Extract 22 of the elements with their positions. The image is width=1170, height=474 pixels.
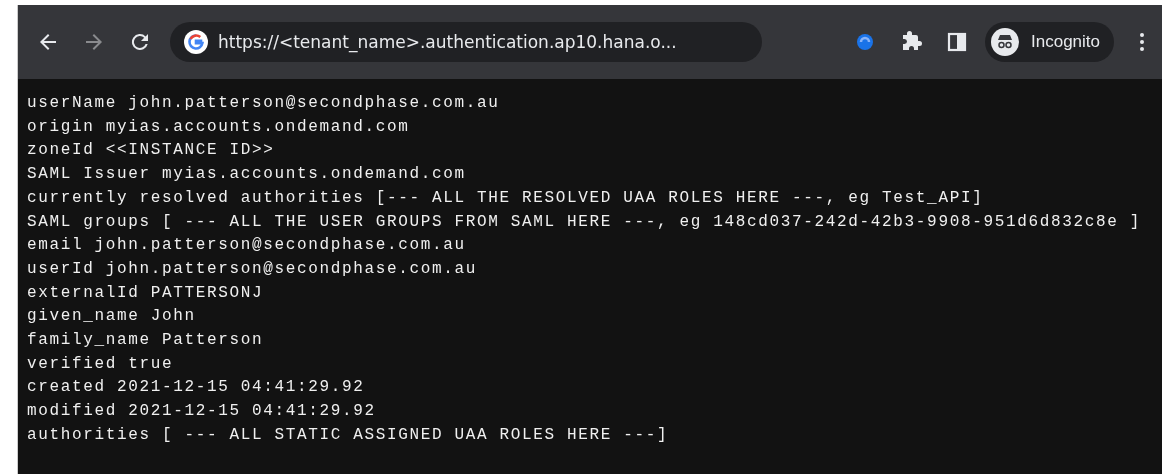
output-line: verified true bbox=[27, 353, 175, 375]
output-line: zoneId <<INSTANCE ID>> bbox=[27, 140, 276, 162]
output-line: modified 2021-12-15 04:41:29.92 bbox=[27, 401, 377, 423]
incognito-profile-button[interactable]: Incognito bbox=[985, 22, 1114, 62]
output-line: authorities [ --- ALL STATIC ASSIGNED UAA ROLES HERE ---] bbox=[27, 424, 670, 446]
output-line: given_name John bbox=[27, 306, 197, 328]
side-panel-icon[interactable] bbox=[945, 30, 969, 54]
incognito-icon bbox=[991, 28, 1019, 56]
address-bar[interactable]: https://<tenant_name>.authentication.ap10.hana.o... bbox=[170, 22, 762, 62]
output-line: userId john.patterson@secondphase.com.au bbox=[27, 258, 479, 280]
url-text: https://<tenant_name>.authentication.ap10.hana.o... bbox=[218, 32, 677, 52]
output-line: externalId PATTERSONJ bbox=[27, 282, 265, 304]
output-line: SAML Issuer myias.accounts.ondemand.com bbox=[27, 164, 467, 186]
google-icon bbox=[184, 30, 208, 54]
output-line: created 2021-12-15 04:41:29.92 bbox=[27, 377, 366, 399]
menu-icon[interactable] bbox=[1138, 30, 1146, 54]
output-line: family_name Patterson bbox=[27, 330, 265, 352]
output-line: SAML groups [ --- ALL THE USER GROUPS FROM SAML HERE ---, eg 148cd037-242d-42b3-9908-951d6d832c8e ] bbox=[27, 211, 1142, 233]
output-line: currently resolved authorities [--- ALL THE RESOLVED UAA ROLES HERE ---, eg Test_API] bbox=[27, 187, 985, 209]
output-line: origin myias.accounts.ondemand.com bbox=[27, 116, 411, 138]
output-line: userName john.patterson@secondphase.com.au bbox=[27, 93, 501, 114]
output-line: email john.patterson@secondphase.com.au bbox=[27, 235, 467, 257]
